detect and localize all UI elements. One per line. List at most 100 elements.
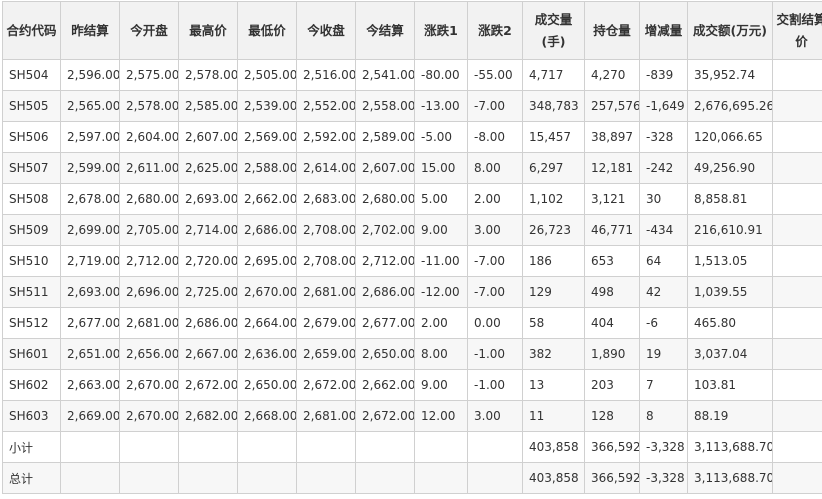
cell-change-1: 15.00: [415, 153, 468, 184]
header-delivery-price: 交割结算价: [773, 2, 822, 60]
cell-delivery-price: [773, 308, 822, 339]
cell-change-2: 8.00: [468, 153, 523, 184]
cell-change-1: 2.00: [415, 308, 468, 339]
cell-open-interest: 1,890: [585, 339, 640, 370]
cell-change-2: -7.00: [468, 246, 523, 277]
cell-contract-code: SH603: [3, 401, 61, 432]
cell-low: 2,695.00: [238, 246, 297, 277]
cell-prev-settle: 2,677.00: [61, 308, 120, 339]
table-row: SH5082,678.002,680.002,693.002,662.002,6…: [3, 184, 822, 215]
cell-open-interest: 3,121: [585, 184, 640, 215]
table-row: SH5052,565.002,578.002,585.002,539.002,5…: [3, 91, 822, 122]
cell-low: 2,664.00: [238, 308, 297, 339]
cell-open: 2,680.00: [120, 184, 179, 215]
cell-change-2: -7.00: [468, 91, 523, 122]
cell-close: 2,672.00: [297, 370, 356, 401]
table-row: SH5042,596.002,575.002,578.002,505.002,5…: [3, 60, 822, 91]
cell-low: 2,686.00: [238, 215, 297, 246]
cell-oi-change: 42: [640, 277, 688, 308]
cell-open: 2,681.00: [120, 308, 179, 339]
cell-change-2: -55.00: [468, 60, 523, 91]
cell-high: 2,625.00: [179, 153, 238, 184]
cell-oi-change: -1,649: [640, 91, 688, 122]
cell-prev-settle: 2,597.00: [61, 122, 120, 153]
cell-change-2: -1.00: [468, 370, 523, 401]
cell-settle: [356, 463, 415, 494]
cell-high: 2,607.00: [179, 122, 238, 153]
cell-volume: 382: [523, 339, 585, 370]
cell-high: 2,667.00: [179, 339, 238, 370]
cell-contract-code: SH506: [3, 122, 61, 153]
cell-contract-code: SH602: [3, 370, 61, 401]
cell-change-2: [468, 432, 523, 463]
cell-close: 2,683.00: [297, 184, 356, 215]
cell-low: 2,662.00: [238, 184, 297, 215]
cell-oi-change: -3,328: [640, 432, 688, 463]
cell-prev-settle: 2,669.00: [61, 401, 120, 432]
cell-delivery-price: [773, 432, 822, 463]
cell-prev-settle: [61, 463, 120, 494]
cell-open-interest: 203: [585, 370, 640, 401]
cell-close: 2,708.00: [297, 215, 356, 246]
cell-oi-change: -3,328: [640, 463, 688, 494]
cell-change-2: [468, 463, 523, 494]
cell-open-interest: 498: [585, 277, 640, 308]
cell-volume: 15,457: [523, 122, 585, 153]
cell-settle: 2,702.00: [356, 215, 415, 246]
cell-prev-settle: [61, 432, 120, 463]
cell-prev-settle: 2,651.00: [61, 339, 120, 370]
cell-change-2: 3.00: [468, 401, 523, 432]
cell-close: 2,516.00: [297, 60, 356, 91]
cell-contract-code: SH508: [3, 184, 61, 215]
cell-open-interest: 4,270: [585, 60, 640, 91]
header-oi-change: 增减量: [640, 2, 688, 60]
header-prev-settle: 昨结算: [61, 2, 120, 60]
cell-settle: 2,677.00: [356, 308, 415, 339]
cell-oi-change: -6: [640, 308, 688, 339]
cell-open-interest: 128: [585, 401, 640, 432]
cell-oi-change: -434: [640, 215, 688, 246]
table-body: SH5042,596.002,575.002,578.002,505.002,5…: [3, 60, 822, 494]
cell-change-1: [415, 432, 468, 463]
cell-open: 2,575.00: [120, 60, 179, 91]
cell-close: 2,659.00: [297, 339, 356, 370]
cell-settle: 2,680.00: [356, 184, 415, 215]
cell-oi-change: -242: [640, 153, 688, 184]
cell-change-2: -8.00: [468, 122, 523, 153]
cell-close: 2,681.00: [297, 277, 356, 308]
header-open: 今开盘: [120, 2, 179, 60]
cell-volume: 129: [523, 277, 585, 308]
cell-open-interest: 366,592: [585, 432, 640, 463]
cell-delivery-price: [773, 246, 822, 277]
cell-delivery-price: [773, 277, 822, 308]
cell-contract-code: SH507: [3, 153, 61, 184]
header-settle: 今结算: [356, 2, 415, 60]
header-contract-code: 合约代码: [3, 2, 61, 60]
cell-prev-settle: 2,565.00: [61, 91, 120, 122]
cell-change-1: 12.00: [415, 401, 468, 432]
cell-oi-change: 19: [640, 339, 688, 370]
cell-open: [120, 463, 179, 494]
cell-close: 2,679.00: [297, 308, 356, 339]
cell-turnover: 3,037.04: [688, 339, 773, 370]
cell-open: 2,656.00: [120, 339, 179, 370]
cell-low: 2,668.00: [238, 401, 297, 432]
table-row: SH5062,597.002,604.002,607.002,569.002,5…: [3, 122, 822, 153]
cell-change-1: 5.00: [415, 184, 468, 215]
cell-change-1: 9.00: [415, 215, 468, 246]
header-high: 最高价: [179, 2, 238, 60]
cell-oi-change: 8: [640, 401, 688, 432]
cell-turnover: 35,952.74: [688, 60, 773, 91]
cell-volume: 4,717: [523, 60, 585, 91]
cell-change-2: 3.00: [468, 215, 523, 246]
cell-volume: 348,783: [523, 91, 585, 122]
cell-delivery-price: [773, 60, 822, 91]
header-open-interest: 持仓量: [585, 2, 640, 60]
cell-change-1: -13.00: [415, 91, 468, 122]
cell-low: 2,569.00: [238, 122, 297, 153]
cell-turnover: 3,113,688.70: [688, 432, 773, 463]
cell-low: 2,505.00: [238, 60, 297, 91]
cell-open: 2,696.00: [120, 277, 179, 308]
table-row: SH6012,651.002,656.002,667.002,636.002,6…: [3, 339, 822, 370]
cell-high: 2,725.00: [179, 277, 238, 308]
